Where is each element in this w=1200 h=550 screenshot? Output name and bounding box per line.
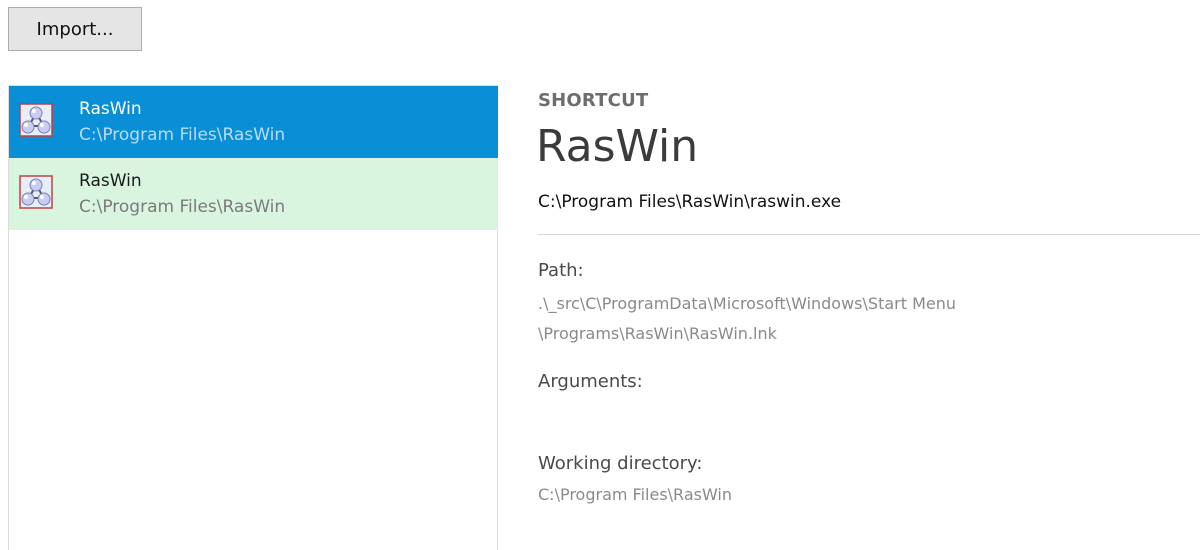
- path-label: Path:: [538, 260, 584, 281]
- import-button[interactable]: Import...: [8, 7, 142, 51]
- list-item-subtitle: C:\Program Files\RasWin: [79, 197, 286, 217]
- import-button-label: Import...: [36, 18, 114, 40]
- arguments-label: Arguments:: [538, 371, 643, 392]
- path-value-line1: .\_src\C\ProgramData\Microsoft\Windows\S…: [538, 294, 957, 313]
- raswin-app-icon: [19, 175, 53, 209]
- working-directory-value: C:\Program Files\RasWin: [538, 485, 733, 504]
- target-path: C:\Program Files\RasWin\raswin.exe: [538, 192, 842, 212]
- app-window: Import... RasWin C:\Program Files\RasWin: [0, 0, 1200, 550]
- list-item-title: RasWin: [79, 171, 142, 191]
- path-value-line2: \Programs\RasWin\RasWin.lnk: [538, 324, 777, 343]
- list-item-subtitle: C:\Program Files\RasWin: [79, 125, 286, 145]
- raswin-app-icon: [19, 103, 53, 137]
- item-kind-label: SHORTCUT: [538, 90, 649, 111]
- item-name-heading: RasWin: [536, 121, 699, 172]
- shortcut-list[interactable]: RasWin C:\Program Files\RasWin RasWin C:…: [8, 85, 498, 550]
- working-directory-label: Working directory:: [538, 453, 703, 474]
- list-item[interactable]: RasWin C:\Program Files\RasWin: [9, 158, 498, 230]
- list-item[interactable]: RasWin C:\Program Files\RasWin: [9, 86, 498, 158]
- divider: [538, 234, 1200, 235]
- list-item-title: RasWin: [79, 99, 142, 119]
